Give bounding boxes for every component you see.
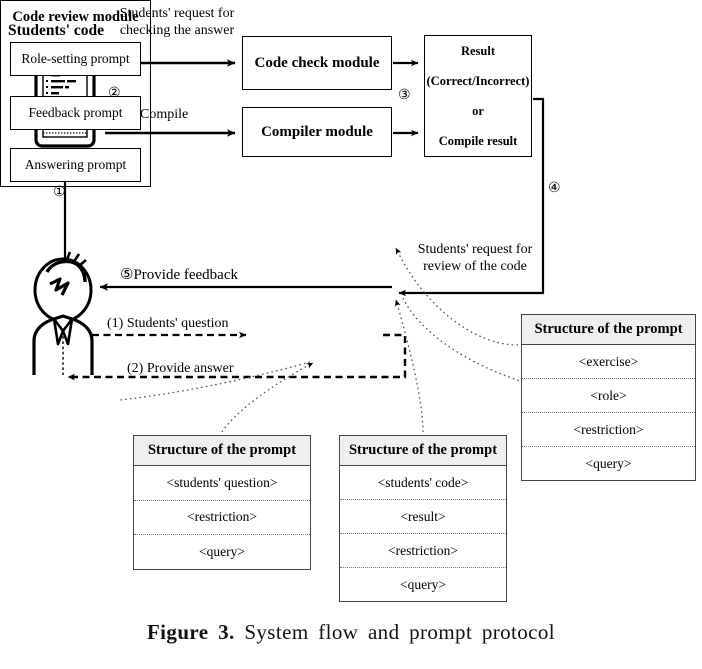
figure-number: Figure 3. [146, 620, 235, 644]
edge-label-provide-answer: (2) Provide answer [127, 361, 234, 376]
structure-right-row-0: <exercise> [522, 345, 695, 379]
structure-right-row-1: <role> [522, 379, 695, 413]
structure-question-header: Structure of the prompt [134, 436, 310, 466]
student-person-icon [32, 251, 94, 375]
structure-question-row-1: <restriction> [134, 501, 310, 535]
edge-label-students-question: (1) Students' question [107, 316, 229, 331]
structure-code-row-2: <restriction> [340, 534, 506, 568]
figure-caption: Figure 3. System flow and prompt protoco… [0, 620, 702, 645]
result-line-4: Compile result [438, 133, 518, 148]
structure-of-prompt-question-table: Structure of the prompt <students' quest… [133, 435, 311, 570]
result-box[interactable]: Result (Correct/Incorrect) or Compile re… [424, 35, 532, 157]
result-line-2: (Correct/Incorrect) [426, 73, 530, 88]
answering-prompt-box[interactable]: Answering prompt [10, 148, 141, 182]
compiler-module-label: Compiler module [261, 123, 373, 140]
code-check-module-box[interactable]: Code check module [242, 36, 392, 90]
request-review-line2: review of the code [423, 258, 527, 274]
result-line-1: Result [460, 43, 496, 58]
structure-question-row-2: <query> [199, 544, 245, 560]
code-check-module-label: Code check module [254, 54, 380, 71]
figure-canvas: Students' code Students' request for che… [0, 0, 702, 669]
figure-caption-text: System flow and prompt protocol [244, 620, 556, 644]
structure-right-row-2: <restriction> [522, 413, 695, 447]
step-marker-3: ③ [398, 88, 411, 103]
structure-code-row-1: <result> [340, 500, 506, 534]
arrow-provide-answer [67, 333, 407, 381]
edge-label-compile: Compile [140, 107, 189, 122]
step-marker-1: ① [53, 185, 66, 200]
role-setting-prompt-label: Role-setting prompt [21, 51, 130, 66]
structure-question-row-0: <students' question> [134, 466, 310, 501]
edge-label-provide-feedback: ⑤Provide feedback [120, 267, 238, 283]
edge-label-request-review: Students' request for review of the code [405, 242, 545, 275]
step-marker-4: ④ [548, 181, 561, 196]
feedback-prompt-label: Feedback prompt [28, 105, 123, 120]
leader-code-structure-to-feedback [394, 299, 424, 433]
structure-code-header: Structure of the prompt [340, 436, 506, 466]
structure-of-prompt-review-table: Structure of the prompt <exercise> <role… [521, 314, 696, 481]
feedback-prompt-box[interactable]: Feedback prompt [10, 96, 141, 130]
compiler-module-box[interactable]: Compiler module [242, 107, 392, 157]
result-line-3: or [472, 103, 484, 118]
role-setting-prompt-box[interactable]: Role-setting prompt [10, 42, 141, 76]
structure-of-prompt-code-table: Structure of the prompt <students' code>… [339, 435, 507, 602]
code-review-module-title: Code review module [12, 9, 139, 25]
request-review-line1: Students' request for [417, 242, 533, 257]
structure-code-row-0: <students' code> [340, 466, 506, 500]
structure-right-header: Structure of the prompt [522, 315, 695, 345]
structure-code-row-3: <query> [400, 577, 446, 592]
structure-right-row-3: <query> [585, 456, 632, 471]
answering-prompt-label: Answering prompt [24, 157, 127, 172]
